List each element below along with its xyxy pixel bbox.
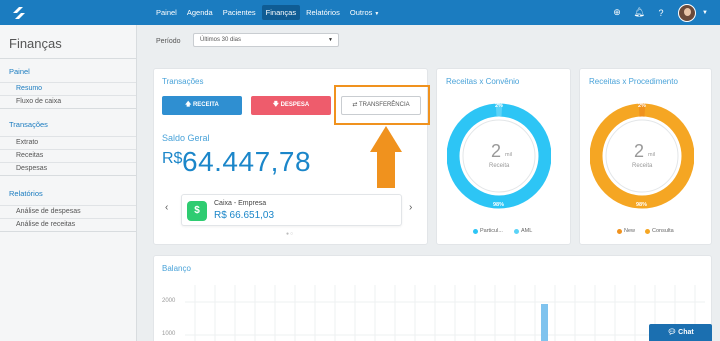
nav-painel[interactable]: Painel [152, 5, 181, 20]
receitas-procedimento-title: Receitas x Procedimento [589, 77, 678, 86]
nav-right-tools: ⊕ 🔔︎ ? ▼ [606, 0, 720, 25]
saldo-value: 64.447,78 [182, 146, 312, 177]
receitas-convenio-title: Receitas x Convênio [446, 77, 520, 86]
legend-label: Particul... [480, 228, 503, 234]
period-label: Período [156, 38, 181, 45]
y-tick-2000: 2000 [162, 298, 176, 304]
period-select[interactable]: Últimos 30 dias ▼ [193, 33, 339, 47]
legend-dot [645, 228, 650, 234]
arrow-up-icon: 🡅︎ [185, 102, 193, 108]
transacoes-title: Transações [162, 77, 204, 86]
nav-pacientes[interactable]: Pacientes [219, 5, 260, 20]
chevron-down-icon: ▼ [374, 11, 380, 17]
app-logo-icon[interactable] [10, 4, 28, 22]
donut-center-value: 2 [491, 141, 502, 161]
help-icon[interactable]: ? [650, 8, 672, 18]
saldo-currency: R$ [162, 150, 183, 167]
donut-center-unit: mil [648, 152, 656, 158]
slice-pct-particular: 98% [493, 202, 505, 208]
annotation-arrow-stem [377, 151, 395, 188]
nav-financas[interactable]: Finanças [261, 5, 301, 20]
divider [0, 58, 136, 59]
money-bag-icon: $ [187, 201, 207, 221]
chat-label: Chat [678, 329, 694, 336]
despesa-label: DESPESA [280, 102, 310, 108]
carousel-prev-icon[interactable]: ‹ [165, 202, 168, 213]
legend-new[interactable]: New [617, 228, 635, 234]
donut-center-label: Receita [489, 163, 510, 169]
add-despesa-button[interactable]: 🡇︎ DESPESA [251, 96, 331, 115]
sidebar-section-relatorios[interactable]: Relatórios [9, 189, 43, 198]
legend-dot [514, 228, 519, 234]
divider [0, 108, 136, 109]
sidebar-item-analise-despesas[interactable]: Análise de despesas [0, 205, 136, 218]
add-receita-button[interactable]: 🡅︎ RECEITA [162, 96, 242, 115]
chevron-down-icon[interactable]: ▼ [702, 10, 708, 16]
avatar[interactable] [678, 3, 697, 22]
slice-pct-consulta: 98% [636, 202, 648, 208]
sidebar: Finanças Painel Resumo Fluxo de caixa Tr… [0, 25, 137, 341]
highlight-box [334, 85, 430, 125]
nav-outros-label: Outros [349, 8, 373, 17]
legend-consulta[interactable]: Consulta [645, 228, 674, 234]
sidebar-item-resumo[interactable]: Resumo [0, 82, 136, 95]
sidebar-section-painel[interactable]: Painel [9, 67, 30, 76]
nav-outros[interactable]: Outros ▼ [346, 5, 383, 20]
y-tick-1000: 1000 [162, 331, 176, 337]
receita-label: RECEITA [192, 102, 219, 108]
chevron-down-icon: ▼ [328, 37, 333, 43]
arrow-down-icon: 🡇︎ [272, 102, 281, 108]
slice-pct-new: 2% [638, 103, 646, 109]
bell-icon[interactable]: 🔔︎ [628, 7, 650, 18]
legend-dot [617, 228, 622, 234]
donut-center-value: 2 [634, 141, 645, 161]
nav-agenda[interactable]: Agenda [183, 5, 217, 20]
sidebar-item-despesas[interactable]: Despesas [0, 162, 136, 175]
donut-center-unit: mil [505, 152, 513, 158]
legend-aml[interactable]: AML [514, 228, 532, 234]
sidebar-item-analise-receitas[interactable]: Análise de receitas [0, 218, 136, 231]
divider [0, 175, 136, 176]
chart-grid [185, 285, 705, 341]
legend-label: New [624, 228, 636, 234]
chat-icon: 💬︎ [667, 329, 679, 336]
account-name: Caixa - Empresa [214, 200, 267, 207]
top-navbar: Painel Agenda Pacientes Finanças Relatór… [0, 0, 720, 25]
legend-label: Consulta [652, 228, 674, 234]
carousel-dots[interactable]: ●○ [286, 231, 294, 237]
account-balance: R$ 66.651,03 [214, 210, 275, 221]
nav-relatorios[interactable]: Relatórios [302, 5, 344, 20]
legend-particular[interactable]: Particul... [473, 228, 503, 234]
legend-label: AML [521, 228, 533, 234]
account-card[interactable]: $ Caixa - Empresa R$ 66.651,03 [181, 194, 402, 226]
sidebar-item-receitas[interactable]: Receitas [0, 149, 136, 162]
balanco-chart [185, 285, 705, 341]
saldo-geral-label: Saldo Geral [162, 133, 210, 143]
main-menu: Painel Agenda Pacientes Finanças Relatór… [152, 4, 385, 21]
slice-pct-aml: 2% [495, 103, 503, 109]
plus-circle-icon[interactable]: ⊕ [606, 7, 628, 18]
balanco-title: Balanço [162, 264, 191, 273]
divider [0, 231, 136, 232]
carousel-next-icon[interactable]: › [409, 202, 412, 213]
sidebar-title: Finanças [9, 36, 62, 51]
donut-center-label: Receita [632, 163, 653, 169]
annotation-arrow-icon [370, 126, 402, 152]
sidebar-section-transacoes[interactable]: Transações [9, 120, 48, 129]
chart-bar[interactable] [541, 304, 548, 341]
legend-dot [473, 228, 478, 234]
sidebar-item-extrato[interactable]: Extrato [0, 136, 136, 149]
period-select-value: Últimos 30 dias [200, 37, 242, 43]
sidebar-item-fluxo-de-caixa[interactable]: Fluxo de caixa [0, 95, 136, 108]
chat-button[interactable]: 💬︎ Chat [649, 324, 712, 341]
